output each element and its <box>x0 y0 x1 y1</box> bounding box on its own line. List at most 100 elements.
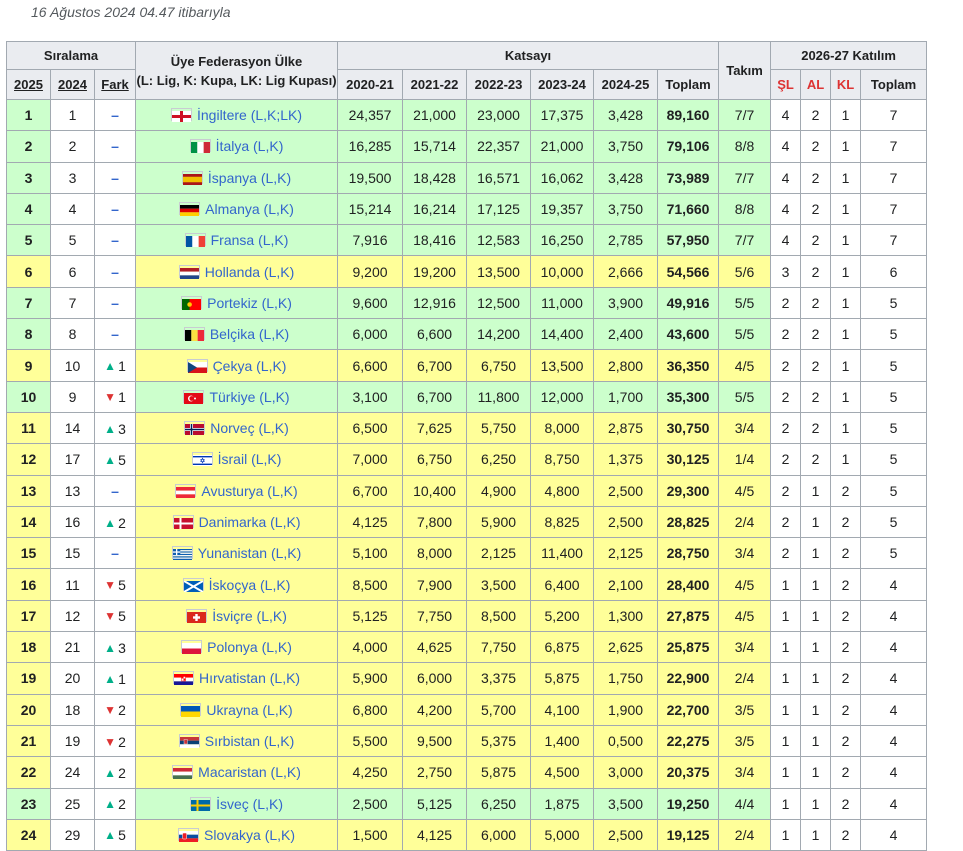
coef-2024-25: 2,625 <box>593 631 659 664</box>
country-link[interactable]: Danimarka (L,K) <box>199 514 301 530</box>
kl-count: 2 <box>830 693 862 726</box>
sl-count: 4 <box>770 130 802 163</box>
country-link[interactable]: Çekya (L,K) <box>213 358 287 374</box>
country-link[interactable]: Ukrayna (L,K) <box>206 702 292 718</box>
country-link[interactable]: Polonya (L,K) <box>207 639 292 655</box>
country-link[interactable]: Belçika (L,K) <box>210 326 289 342</box>
coef-total: 43,600 <box>657 318 720 351</box>
rank-2024: 19 <box>50 724 95 758</box>
coef-2020-21: 16,285 <box>337 130 404 163</box>
col-2025-header[interactable]: 2025 <box>6 69 51 100</box>
country-link[interactable]: İspanya (L,K) <box>208 170 291 186</box>
cro-flag-icon <box>172 671 194 686</box>
country-link[interactable]: Türkiye (L,K) <box>209 389 289 405</box>
katilim-total: 5 <box>860 474 928 507</box>
takim-value: 3/5 <box>718 724 772 758</box>
sui-flag-icon <box>186 608 208 623</box>
country-link[interactable]: Norveç (L,K) <box>210 420 289 436</box>
rank-2024: 14 <box>50 411 95 445</box>
hun-flag-icon <box>172 765 194 780</box>
coef-total: 22,900 <box>657 662 720 695</box>
country-link[interactable]: Almanya (L,K) <box>205 201 294 217</box>
country-link[interactable]: Portekiz (L,K) <box>207 295 292 311</box>
country-cell: İsviçre (L,K) <box>135 599 339 633</box>
country-link[interactable]: Hırvatistan (L,K) <box>199 670 300 686</box>
country-link[interactable]: Slovakya (L,K) <box>204 827 295 843</box>
coef-2021-22: 21,000 <box>402 98 468 132</box>
coef-2023-24: 8,825 <box>530 505 595 539</box>
coef-total: 71,660 <box>657 192 720 226</box>
rank-down-icon: ▼ <box>104 734 117 749</box>
country-link[interactable]: Macaristan (L,K) <box>198 764 301 780</box>
kl-count: 2 <box>830 724 862 758</box>
sl-count: 2 <box>770 411 802 445</box>
rank-change: ▼ 5 <box>93 568 137 601</box>
takim-value: 1/4 <box>718 443 772 476</box>
coef-2024-25: 3,750 <box>593 130 659 163</box>
rank-2025: 2 <box>6 130 51 163</box>
coef-2024-25: 3,428 <box>593 98 659 132</box>
coef-total: 79,106 <box>657 130 720 163</box>
coef-2021-22: 7,800 <box>402 505 468 539</box>
coef-2022-23: 16,571 <box>466 161 532 194</box>
coef-2022-23: 22,357 <box>466 130 532 163</box>
rank-2025: 5 <box>6 224 51 257</box>
rank-change: ▼ 5 <box>93 599 137 633</box>
al-count: 2 <box>800 349 832 382</box>
country-link[interactable]: Hollanda (L,K) <box>205 264 295 280</box>
takim-value: 7/7 <box>718 98 772 132</box>
coef-2020-21: 24,357 <box>337 98 404 132</box>
country-link[interactable]: İsviçre (L,K) <box>212 608 287 624</box>
country-link[interactable]: Sırbistan (L,K) <box>205 733 294 749</box>
rank-2024: 2 <box>50 130 95 163</box>
rank-2025: 12 <box>6 443 51 476</box>
kl-count: 2 <box>830 474 862 507</box>
al-count: 2 <box>800 98 832 132</box>
coef-total: 57,950 <box>657 224 720 257</box>
takim-value: 5/5 <box>718 286 772 320</box>
country-link[interactable]: Yunanistan (L,K) <box>198 545 302 561</box>
table-row: 20 18 ▼ 2 Ukrayna (L,K) 6,800 4,200 5,700… <box>6 693 928 726</box>
katilim-total: 5 <box>860 380 928 413</box>
rank-change: ▲ 2 <box>93 756 137 789</box>
coef-total: 28,750 <box>657 537 720 570</box>
country-link[interactable]: İtalya (L,K) <box>216 138 284 154</box>
rank-change-value: 1 <box>118 389 126 406</box>
rank-change-value: 2 <box>118 514 126 531</box>
country-link[interactable]: İngiltere (L,K;LK) <box>197 107 302 123</box>
coef-2020-21: 5,125 <box>337 599 404 633</box>
sl-count: 1 <box>770 693 802 726</box>
takim-value: 3/4 <box>718 537 772 570</box>
rank-up-icon: ▲ <box>104 515 117 530</box>
sl-count: 4 <box>770 98 802 132</box>
al-count: 1 <box>800 505 832 539</box>
coef-2022-23: 7,750 <box>466 631 532 664</box>
country-link[interactable]: İskoçya (L,K) <box>209 577 291 593</box>
no-change-icon: – <box>111 326 119 343</box>
kl-count: 1 <box>830 224 862 257</box>
country-link[interactable]: Fransa (L,K) <box>211 232 289 248</box>
coef-2024-25: 2,875 <box>593 411 659 445</box>
col-2024-header[interactable]: 2024 <box>50 69 95 100</box>
al-count: 2 <box>800 443 832 476</box>
no-change-icon: – <box>111 201 119 218</box>
eng-flag-icon <box>171 108 192 123</box>
country-link[interactable]: Avusturya (L,K) <box>201 483 297 499</box>
katilim-total: 7 <box>860 161 928 194</box>
table-row: 12 17 ▲ 5 İsrail (L,K) 7,000 6,750 6,250 … <box>6 443 928 476</box>
country-cell: Türkiye (L,K) <box>135 380 339 413</box>
rank-2024: 20 <box>50 662 95 695</box>
table-row: 19 20 ▲ 1 Hırvatistan (L,K) 5,900 6,000 3… <box>6 662 928 695</box>
al-count: 1 <box>800 568 832 601</box>
takim-value: 4/4 <box>718 787 772 820</box>
katilim-total: 5 <box>860 286 928 320</box>
coef-total: 22,700 <box>657 693 720 726</box>
country-link[interactable]: İsveç (L,K) <box>216 796 283 812</box>
uye-federasyon-title: Üye Federasyon Ülke <box>170 53 303 69</box>
coef-2021-22: 10,400 <box>402 474 468 507</box>
coef-2021-22: 2,750 <box>402 756 468 789</box>
coef-2023-24: 16,250 <box>530 224 595 257</box>
country-link[interactable]: İsrail (L,K) <box>218 451 282 467</box>
col-fark-header[interactable]: Fark <box>93 69 137 100</box>
rank-change: ▼ 2 <box>93 724 137 758</box>
